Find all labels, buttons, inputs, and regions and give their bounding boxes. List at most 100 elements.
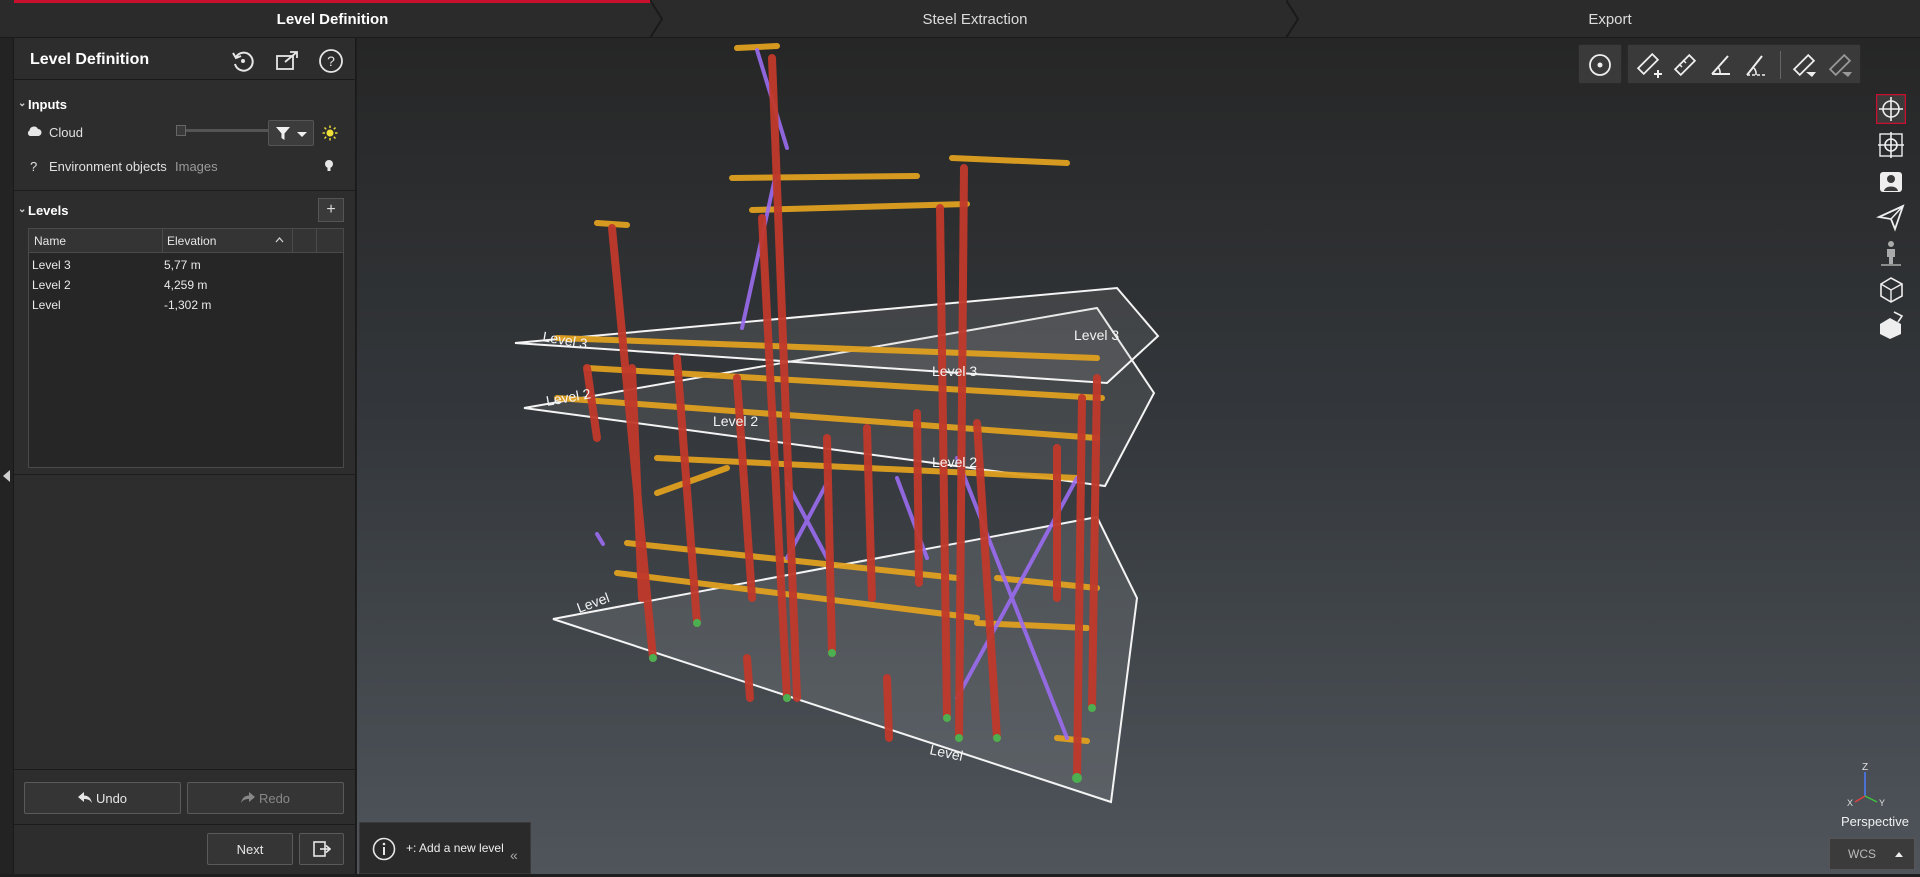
walk-icon[interactable] [1876, 166, 1906, 196]
svg-text:?: ? [327, 53, 335, 69]
exit-icon [312, 841, 331, 857]
reset-icon[interactable] [230, 48, 256, 74]
redo-arrow-icon [240, 792, 255, 803]
measure-icon[interactable] [1670, 50, 1700, 80]
help-icon[interactable]: ? [318, 48, 344, 74]
panel-title: Level Definition [30, 51, 150, 68]
bulb-icon[interactable] [324, 159, 334, 173]
column-separator [292, 229, 293, 253]
export-icon[interactable] [274, 48, 300, 74]
inputs-section-header[interactable]: ⌄ Inputs [14, 94, 356, 116]
slope-measure-icon[interactable] [1742, 50, 1772, 80]
level-name-cell: Level [32, 298, 61, 312]
step-export[interactable]: Export [1300, 0, 1920, 38]
section-caret-icon: ⌄ [18, 98, 27, 109]
level-elevation-cell: 5,77 m [164, 258, 201, 272]
environment-objects-label: Environment objects [49, 159, 167, 174]
undo-arrow-icon [77, 792, 92, 803]
sort-ascending-icon [275, 237, 284, 243]
bottom-divider [14, 769, 356, 770]
cloud-icon [27, 126, 42, 136]
pan-icon[interactable] [1876, 130, 1906, 160]
plane-label: Level 2 [713, 413, 758, 429]
step-label: Export [1588, 10, 1632, 28]
column-separator [316, 229, 317, 253]
step-level-definition[interactable]: Level Definition [14, 0, 651, 38]
axis-label-y: Y [1879, 798, 1885, 808]
column-header-elevation[interactable]: Elevation [167, 234, 216, 248]
column-separator [162, 229, 163, 253]
next-label: Next [236, 841, 264, 857]
table-row[interactable]: Level 3 5,77 m [29, 255, 343, 275]
level-name-cell: Level 2 [32, 278, 71, 292]
3d-viewport[interactable]: Level 3 Level 3 Level 3 Level 2 Level 2 … [357, 38, 1920, 874]
toolbar-separator [1780, 51, 1781, 79]
level-name-cell: Level 3 [32, 258, 71, 272]
plane-label: Level 3 [932, 363, 977, 379]
person-icon[interactable] [1876, 238, 1906, 268]
step-steel-extraction[interactable]: Steel Extraction [664, 0, 1286, 38]
target-icon[interactable] [1585, 50, 1615, 80]
table-header: Name Elevation [29, 229, 343, 253]
clear-measure-icon[interactable] [1790, 50, 1820, 80]
cloud-filter-dropdown[interactable] [268, 120, 314, 146]
level-elevation-cell: -1,302 m [164, 298, 212, 312]
level-definition-panel: Level Definition ? ⌄ Inputs Cloud ? Envi… [14, 38, 356, 874]
info-icon [372, 837, 396, 861]
undo-button[interactable]: Undo [24, 782, 181, 814]
table-row[interactable]: Level -1,302 m [29, 295, 343, 315]
inputs-section-label: Inputs [28, 97, 67, 112]
axis-label-z: Z [1862, 762, 1868, 773]
add-level-button[interactable]: + [318, 198, 344, 222]
hint-box: +: Add a new level « [359, 822, 531, 874]
environment-images-value[interactable]: Images [175, 159, 218, 174]
plane-label: Level 3 [541, 328, 588, 352]
cloud-opacity-slider[interactable] [176, 129, 276, 132]
target-tool-group [1578, 44, 1622, 84]
collapse-hint-icon[interactable]: « [510, 847, 518, 863]
remove-measure-icon[interactable] [1826, 50, 1856, 80]
add-measure-icon[interactable] [1634, 50, 1664, 80]
exit-button[interactable] [299, 833, 344, 865]
next-button[interactable]: Next [207, 833, 293, 865]
levels-section-header[interactable]: ⌄ Levels [14, 200, 356, 222]
axis-triad: Z X Y [1847, 762, 1885, 808]
projection-label[interactable]: Perspective [1841, 814, 1909, 829]
table-row[interactable]: Level 2 4,259 m [29, 275, 343, 295]
column-header-name[interactable]: Name [34, 234, 66, 248]
levels-section-label: Levels [28, 203, 69, 218]
orbit-icon[interactable] [1876, 94, 1906, 124]
plane-label: Level 3 [1074, 327, 1119, 343]
coordinate-system-dropdown[interactable]: WCS [1829, 838, 1915, 870]
angle-measure-icon[interactable] [1706, 50, 1736, 80]
hint-text: +: Add a new level [406, 841, 504, 855]
step-label: Level Definition [276, 10, 389, 28]
section-box-icon[interactable] [1876, 310, 1906, 340]
bottom-divider [14, 824, 356, 825]
fly-icon[interactable] [1876, 202, 1906, 232]
redo-label: Redo [258, 790, 291, 806]
panel-collapse-strip[interactable] [0, 38, 14, 874]
section-divider [14, 190, 356, 191]
undo-label: Undo [95, 790, 128, 806]
workflow-bar: Level Definition Steel Extraction Export [0, 0, 1920, 38]
plane-label: Level 2 [932, 454, 977, 470]
level-elevation-cell: 4,259 m [164, 278, 208, 292]
point-cloud-scene[interactable]: Level 3 Level 3 Level 3 Level 2 Level 2 … [357, 38, 1920, 874]
chevron-separator-icon [1286, 0, 1300, 38]
redo-button[interactable]: Redo [187, 782, 344, 814]
levels-table: Name Elevation Level 3 5,77 m Level 2 4,… [28, 228, 344, 468]
slider-handle[interactable] [176, 125, 186, 136]
box-view-icon[interactable] [1876, 274, 1906, 304]
light-icon[interactable] [322, 125, 338, 141]
chevron-down-icon [297, 132, 307, 137]
step-label: Steel Extraction [922, 10, 1028, 28]
panel-header: Level Definition ? [14, 40, 356, 80]
coordinate-system-value: WCS [1848, 847, 1876, 861]
cloud-label: Cloud [49, 125, 83, 140]
filter-icon [276, 127, 290, 140]
collapse-arrow-icon[interactable] [3, 470, 10, 482]
question-icon: ? [30, 159, 38, 174]
chevron-up-icon [1895, 852, 1903, 857]
axis-label-x: X [1847, 798, 1853, 808]
